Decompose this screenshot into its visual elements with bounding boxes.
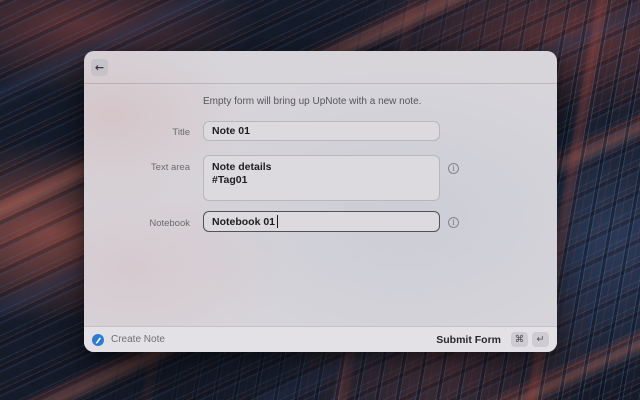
info-icon[interactable]: i	[448, 163, 459, 174]
shortcut-name-label: Create Note	[111, 334, 165, 345]
title-field-row: Title	[84, 121, 557, 141]
command-key-icon: ⌘	[511, 332, 528, 347]
submit-form-label: Submit Form	[436, 334, 501, 346]
back-arrow-icon: ←	[95, 62, 104, 73]
notebook-label: Notebook	[84, 211, 190, 229]
form-description: Empty form will bring up UpNote with a n…	[203, 96, 557, 107]
title-label: Title	[84, 121, 190, 138]
form-body: Empty form will bring up UpNote with a n…	[84, 84, 557, 326]
shortcut-form-window: ← Empty form will bring up UpNote with a…	[84, 51, 557, 352]
notebook-input-wrap	[203, 211, 440, 232]
return-key-icon: ↵	[532, 332, 549, 347]
notebook-input[interactable]	[203, 211, 440, 232]
submit-form-button[interactable]: Submit Form ⌘ ↵	[436, 332, 549, 347]
back-button[interactable]: ←	[91, 59, 108, 76]
textarea-input-wrap: Note details #Tag01	[203, 155, 440, 201]
text-caret	[277, 215, 278, 228]
title-input[interactable]	[203, 121, 440, 141]
window-footer: Create Note Submit Form ⌘ ↵	[84, 326, 557, 352]
notebook-field-row: Notebook i	[84, 211, 557, 232]
shortcut-identity: Create Note	[92, 334, 165, 346]
upnote-app-icon	[92, 334, 104, 346]
note-details-textarea[interactable]: Note details #Tag01	[203, 155, 440, 201]
window-header: ←	[84, 51, 557, 84]
info-icon[interactable]: i	[448, 217, 459, 228]
textarea-field-row: Text area Note details #Tag01 i	[84, 155, 557, 201]
title-input-wrap	[203, 121, 440, 141]
textarea-label: Text area	[84, 155, 190, 173]
